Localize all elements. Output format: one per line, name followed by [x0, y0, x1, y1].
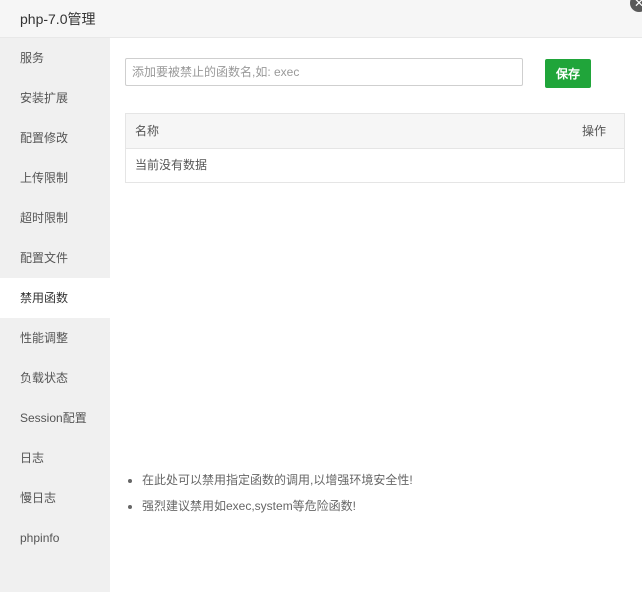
sidebar-item-timeout-limit[interactable]: 超时限制	[0, 198, 110, 238]
disabled-functions-table: 名称 操作 当前没有数据	[125, 113, 625, 183]
sidebar-item-session-config[interactable]: Session配置	[0, 398, 110, 438]
table-header: 名称 操作	[126, 114, 624, 149]
window-titlebar: php-7.0管理	[0, 0, 642, 38]
sidebar-item-service[interactable]: 服务	[0, 38, 110, 78]
main-panel: 保存 名称 操作 当前没有数据 在此处可以禁用指定函数的调用,以增强环境安全性!…	[110, 38, 642, 592]
tip-item: 在此处可以禁用指定函数的调用,以增强环境安全性!	[142, 470, 413, 496]
sidebar-item-slow-log[interactable]: 慢日志	[0, 478, 110, 518]
sidebar-item-install-extensions[interactable]: 安装扩展	[0, 78, 110, 118]
function-name-input[interactable]	[125, 58, 523, 86]
sidebar-item-config-file[interactable]: 配置文件	[0, 238, 110, 278]
sidebar-item-phpinfo[interactable]: phpinfo	[0, 518, 110, 558]
column-header-action: 操作	[581, 124, 606, 138]
sidebar-item-disabled-functions[interactable]: 禁用函数	[0, 278, 110, 318]
table-empty-message: 当前没有数据	[135, 158, 208, 172]
tips-list: 在此处可以禁用指定函数的调用,以增强环境安全性! 强烈建议禁用如exec,sys…	[125, 470, 413, 522]
save-button[interactable]: 保存	[545, 59, 591, 88]
sidebar-item-config-edit[interactable]: 配置修改	[0, 118, 110, 158]
sidebar-item-load-status[interactable]: 负载状态	[0, 358, 110, 398]
window-title: php-7.0管理	[20, 11, 96, 27]
tip-item: 强烈建议禁用如exec,system等危险函数!	[142, 496, 413, 522]
sidebar: 服务 安装扩展 配置修改 上传限制 超时限制 配置文件 禁用函数 性能调整 负载…	[0, 38, 110, 592]
sidebar-item-log[interactable]: 日志	[0, 438, 110, 478]
column-header-name: 名称	[135, 124, 160, 138]
sidebar-item-upload-limit[interactable]: 上传限制	[0, 158, 110, 198]
sidebar-item-performance[interactable]: 性能调整	[0, 318, 110, 358]
